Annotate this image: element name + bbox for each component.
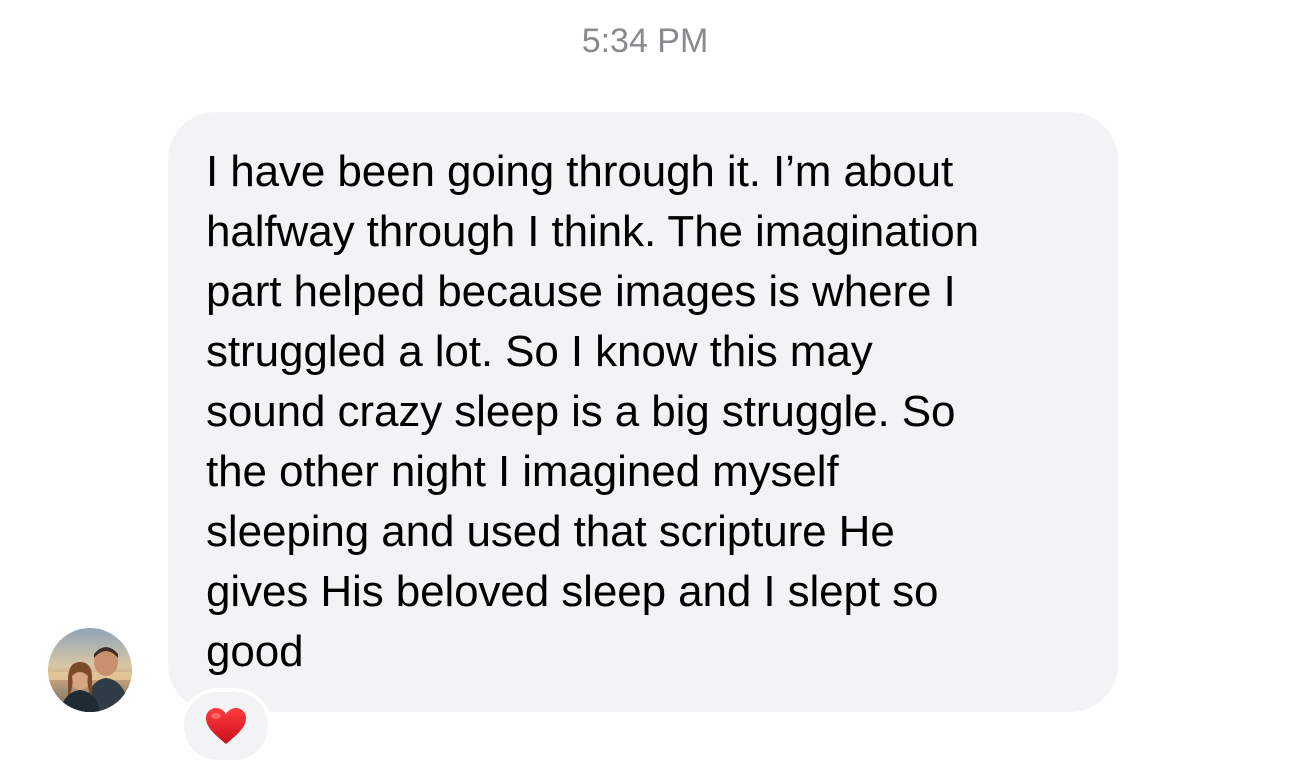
message-line: good <box>206 627 304 676</box>
message-line: sleeping and used that scripture He <box>206 507 895 556</box>
message-line: halfway through I think. The imagination <box>206 207 979 256</box>
message-line: I have been going through it. I’m about <box>206 147 954 196</box>
sender-avatar[interactable] <box>48 628 132 712</box>
reaction-badge[interactable] <box>180 688 272 764</box>
message-line: part helped because images is where I <box>206 267 956 316</box>
message-text: I have been going through it. I’m about … <box>206 142 1088 682</box>
message-line: the other night I imagined myself <box>206 447 839 496</box>
message-line: sound crazy sleep is a big struggle. So <box>206 387 956 436</box>
message-line: struggled a lot. So I know this may <box>206 327 873 376</box>
heart-icon <box>206 708 246 744</box>
avatar-photo <box>48 628 132 712</box>
message-bubble[interactable]: I have been going through it. I’m about … <box>168 112 1118 712</box>
message-line: gives His beloved sleep and I slept so <box>206 567 939 616</box>
message-timestamp: 5:34 PM <box>581 22 709 60</box>
